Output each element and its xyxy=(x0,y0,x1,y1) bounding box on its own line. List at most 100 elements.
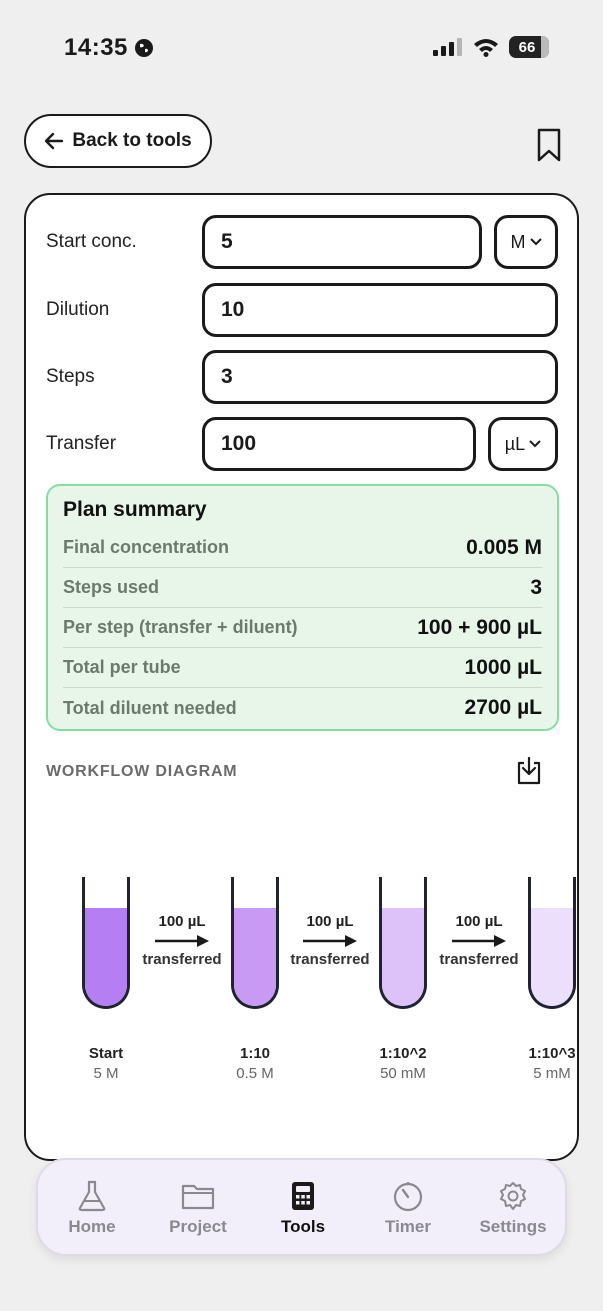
summary-value: 1000 µL xyxy=(464,655,542,679)
tab-label: Timer xyxy=(385,1217,431,1236)
bottom-tab-bar: Home Project Tools Timer Settings xyxy=(36,1158,567,1256)
transfer-label: Transfer xyxy=(46,433,117,454)
summary-row: Final concentration 0.005 M xyxy=(63,528,542,568)
start-conc-unit: M xyxy=(510,231,526,252)
calculator-card: Start conc. 5 M Dilution 10 Steps 3 Tran… xyxy=(24,193,579,1161)
tab-settings[interactable]: Settings xyxy=(463,1180,563,1237)
tab-home[interactable]: Home xyxy=(42,1180,142,1237)
start-conc-input[interactable]: 5 xyxy=(202,215,482,269)
steps-input[interactable]: 3 xyxy=(202,350,558,404)
steps-value: 3 xyxy=(221,365,233,388)
wifi-icon xyxy=(474,39,498,57)
tab-tools[interactable]: Tools xyxy=(253,1180,353,1237)
tube-concentration: 5 M xyxy=(93,1065,119,1082)
transfer-unit: µL xyxy=(504,433,526,454)
transfer-amount: 100 µL xyxy=(158,913,206,930)
summary-value: 3 xyxy=(530,575,542,599)
summary-value: 2700 µL xyxy=(464,696,542,719)
tab-label: Settings xyxy=(479,1217,547,1236)
transfer-step: 100 µL transferred xyxy=(433,913,525,968)
summary-row: Total per tube 1000 µL xyxy=(63,648,542,688)
tube-fill xyxy=(531,908,573,1006)
dilution-input[interactable]: 10 xyxy=(202,283,558,337)
dilution-row: Dilution 10 xyxy=(46,283,558,337)
start-conc-label: Start conc. xyxy=(46,231,137,252)
summary-row: Per step (transfer + diluent) 100 + 900 … xyxy=(63,608,542,648)
tube-label: Start 5 M xyxy=(61,1045,151,1082)
summary-label: Total diluent needed xyxy=(63,697,237,718)
dilution-value: 10 xyxy=(221,298,245,321)
arrow-right-icon xyxy=(452,935,506,947)
transfer-amount: 100 µL xyxy=(455,913,503,930)
battery-indicator: 66 xyxy=(509,36,549,58)
tube-name: 1:10^3 xyxy=(528,1045,576,1062)
transfer-label: transferred xyxy=(439,951,519,968)
timer-icon xyxy=(393,1182,423,1212)
back-to-tools-button[interactable]: Back to tools xyxy=(24,114,212,168)
calculator-icon xyxy=(292,1182,314,1210)
clock-text: 14:35 xyxy=(64,34,128,61)
transfer-row: Transfer 100 µL xyxy=(46,417,558,471)
steps-row: Steps 3 xyxy=(46,350,558,404)
summary-label: Final concentration xyxy=(63,537,230,557)
tube-concentration: 0.5 M xyxy=(236,1065,274,1082)
transfer-value: 100 xyxy=(221,432,257,455)
summary-row: Steps used 3 xyxy=(63,568,542,608)
plan-summary-title: Plan summary xyxy=(63,498,207,521)
summary-value: 100 + 900 µL xyxy=(417,615,542,639)
tab-timer[interactable]: Timer xyxy=(358,1180,458,1237)
tube-fill xyxy=(85,908,127,1006)
flask-icon xyxy=(78,1180,106,1212)
arrow-right-icon xyxy=(155,935,209,947)
transfer-unit-select[interactable]: µL xyxy=(488,417,558,471)
plan-summary: Plan summary Final concentration 0.005 M… xyxy=(46,484,559,731)
globe-icon xyxy=(134,39,153,57)
tab-label: Home xyxy=(68,1217,116,1236)
start-conc-row: Start conc. 5 M xyxy=(46,215,558,269)
status-time: 14:35 xyxy=(64,34,154,62)
tube-concentration: 5 mM xyxy=(533,1065,571,1082)
transfer-step: 100 µL transferred xyxy=(136,913,228,968)
transfer-label: transferred xyxy=(142,951,222,968)
transfer-input[interactable]: 100 xyxy=(202,417,476,471)
tube-name: 1:10 xyxy=(239,1045,271,1062)
tab-project[interactable]: Project xyxy=(148,1180,248,1237)
tube-start xyxy=(82,877,130,1009)
tube-label: 1:10^2 50 mM xyxy=(358,1045,448,1082)
download-icon[interactable] xyxy=(516,757,542,785)
summary-value: 0.005 M xyxy=(466,535,542,559)
tab-label: Tools xyxy=(280,1217,326,1236)
summary-label: Steps used xyxy=(63,577,160,597)
start-conc-unit-select[interactable]: M xyxy=(494,215,558,269)
transfer-amount: 100 µL xyxy=(306,913,354,930)
bookmark-icon[interactable] xyxy=(536,128,562,162)
steps-label: Steps xyxy=(46,366,95,387)
dilution-label: Dilution xyxy=(46,299,110,320)
summary-label: Per step (transfer + diluent) xyxy=(63,617,298,637)
arrow-left-icon xyxy=(45,132,64,150)
summary-row: Total diluent needed 2700 µL xyxy=(63,688,542,728)
workflow-diagram-title: WORKFLOW DIAGRAM xyxy=(46,763,238,780)
tab-label: Project xyxy=(169,1217,227,1236)
signal-icon xyxy=(433,38,462,56)
gear-icon xyxy=(500,1182,526,1210)
tube-fill xyxy=(382,908,424,1006)
start-conc-value: 5 xyxy=(221,230,233,253)
folder-icon xyxy=(181,1184,215,1210)
back-button-label: Back to tools xyxy=(72,130,192,151)
tube-concentration: 50 mM xyxy=(380,1065,426,1082)
chevron-down-icon xyxy=(529,440,541,448)
tube-fill xyxy=(234,908,276,1006)
chevron-down-icon xyxy=(529,238,542,246)
tube-3 xyxy=(528,877,576,1009)
transfer-label: transferred xyxy=(290,951,370,968)
tube-1 xyxy=(231,877,279,1009)
transfer-step: 100 µL transferred xyxy=(284,913,376,968)
status-bar: 14:35 66 xyxy=(0,0,603,100)
status-icons: 66 xyxy=(433,36,549,58)
tube-name: 1:10^2 xyxy=(379,1045,427,1062)
tube-label: 1:10 0.5 M xyxy=(210,1045,300,1082)
tube-2 xyxy=(379,877,427,1009)
tube-label: 1:10^3 5 mM xyxy=(507,1045,577,1082)
battery-level: 66 xyxy=(518,38,536,56)
